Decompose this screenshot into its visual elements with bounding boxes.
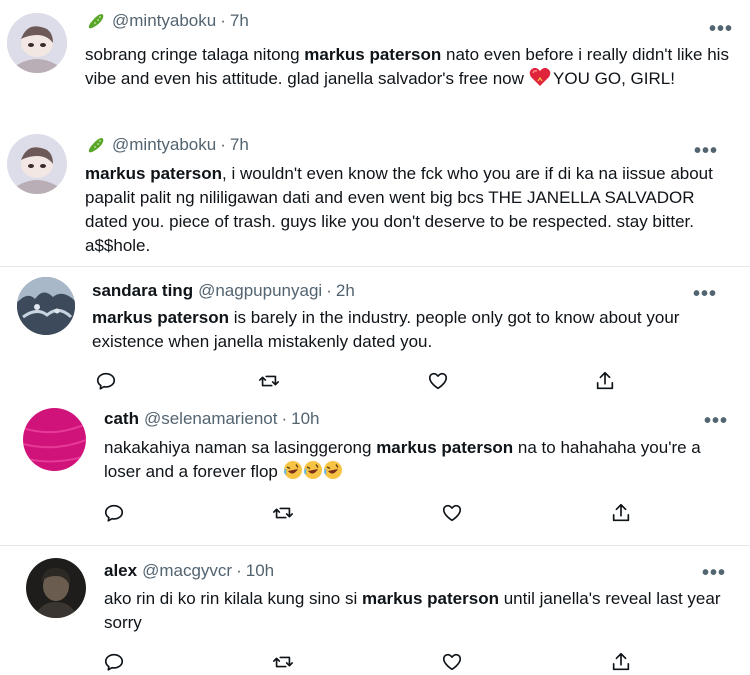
share-icon[interactable] bbox=[594, 370, 618, 394]
rofl-emoji-icon bbox=[283, 461, 343, 481]
avatar[interactable] bbox=[7, 13, 67, 73]
timestamp[interactable]: 2h bbox=[336, 280, 355, 302]
tweet-header: @mintyaboku · 7h bbox=[86, 10, 249, 32]
cucumber-emoji-icon bbox=[86, 11, 106, 31]
more-options-icon[interactable]: ••• bbox=[694, 141, 718, 161]
avatar[interactable] bbox=[7, 134, 67, 194]
reply-icon[interactable] bbox=[95, 370, 119, 394]
share-icon[interactable] bbox=[610, 651, 634, 675]
retweet-icon[interactable] bbox=[272, 651, 296, 675]
heart-icon[interactable] bbox=[427, 370, 451, 394]
timestamp[interactable]: 7h bbox=[230, 134, 249, 156]
tweet-text: nakakahiya naman sa lasinggerong markus … bbox=[104, 438, 701, 481]
tweet-text: markus paterson, i wouldn't even know th… bbox=[85, 164, 713, 255]
heart-icon[interactable] bbox=[441, 651, 465, 675]
timestamp[interactable]: 10h bbox=[246, 560, 274, 582]
tweet-actions bbox=[0, 370, 750, 394]
user-handle[interactable]: @macgyvcr bbox=[142, 560, 232, 582]
tweet-3[interactable]: sandara ting @nagpupunyagi · 2h ••• mark… bbox=[0, 267, 750, 395]
tweet-1[interactable]: @mintyaboku · 7h ••• sobrang cringe tala… bbox=[0, 0, 750, 124]
user-handle[interactable]: @mintyaboku bbox=[112, 134, 216, 156]
cucumber-emoji-icon bbox=[86, 135, 106, 155]
separator: · bbox=[220, 11, 226, 30]
tweet-text: markus paterson is barely in the industr… bbox=[92, 308, 680, 351]
tweet-header: sandara ting @nagpupunyagi · 2h bbox=[92, 280, 355, 302]
separator: · bbox=[281, 409, 288, 428]
tweet-4[interactable]: cath @selenamarienot · 10h ••• nakakahiy… bbox=[0, 400, 750, 536]
tweet-header: alex @macgyvcr · 10h bbox=[104, 560, 274, 582]
more-options-icon[interactable]: ••• bbox=[709, 19, 733, 39]
separator: · bbox=[236, 561, 242, 580]
retweet-icon[interactable] bbox=[272, 502, 296, 526]
user-handle[interactable]: @selenamarienot bbox=[144, 408, 278, 430]
tweet-5[interactable]: alex @macgyvcr · 10h ••• ako rin di ko r… bbox=[0, 546, 750, 675]
timestamp[interactable]: 7h bbox=[230, 10, 249, 32]
mention-bold: markus paterson bbox=[361, 589, 499, 608]
tweet-2[interactable]: @mintyaboku · 7h ••• markus paterson, i … bbox=[0, 124, 750, 264]
display-name[interactable]: cath bbox=[104, 408, 139, 430]
display-name[interactable]: alex bbox=[104, 560, 137, 582]
user-handle[interactable]: @mintyaboku bbox=[112, 10, 216, 32]
mention-bold: markus paterson bbox=[92, 308, 229, 327]
tweet-text: sobrang cringe talaga nitong markus pate… bbox=[85, 45, 729, 88]
mention-bold: markus paterson bbox=[304, 45, 442, 64]
separator: · bbox=[326, 281, 332, 300]
mention-bold: markus paterson bbox=[376, 438, 514, 457]
tweet-actions bbox=[0, 651, 750, 675]
tweet-header: cath @selenamarienot · 10h bbox=[104, 408, 320, 430]
user-handle[interactable]: @nagpupunyagi bbox=[198, 280, 322, 302]
tweet-actions bbox=[0, 502, 750, 526]
reply-icon[interactable] bbox=[103, 651, 127, 675]
timestamp[interactable]: 10h bbox=[291, 408, 319, 430]
more-options-icon[interactable]: ••• bbox=[693, 284, 717, 304]
heart-fire-emoji-icon bbox=[529, 67, 550, 87]
reply-icon[interactable] bbox=[103, 502, 127, 526]
more-options-icon[interactable]: ••• bbox=[702, 563, 726, 583]
tweet-text: ako rin di ko rin kilala kung sino si ma… bbox=[104, 589, 721, 632]
retweet-icon[interactable] bbox=[258, 370, 282, 394]
avatar[interactable] bbox=[23, 408, 86, 471]
mention-bold: markus paterson bbox=[85, 164, 222, 183]
separator: · bbox=[220, 135, 226, 154]
heart-icon[interactable] bbox=[441, 502, 465, 526]
share-icon[interactable] bbox=[610, 502, 634, 526]
avatar[interactable] bbox=[17, 277, 75, 335]
display-name[interactable]: sandara ting bbox=[92, 280, 193, 302]
tweet-header: @mintyaboku · 7h bbox=[86, 134, 249, 156]
more-options-icon[interactable]: ••• bbox=[704, 411, 728, 431]
avatar[interactable] bbox=[26, 558, 86, 618]
